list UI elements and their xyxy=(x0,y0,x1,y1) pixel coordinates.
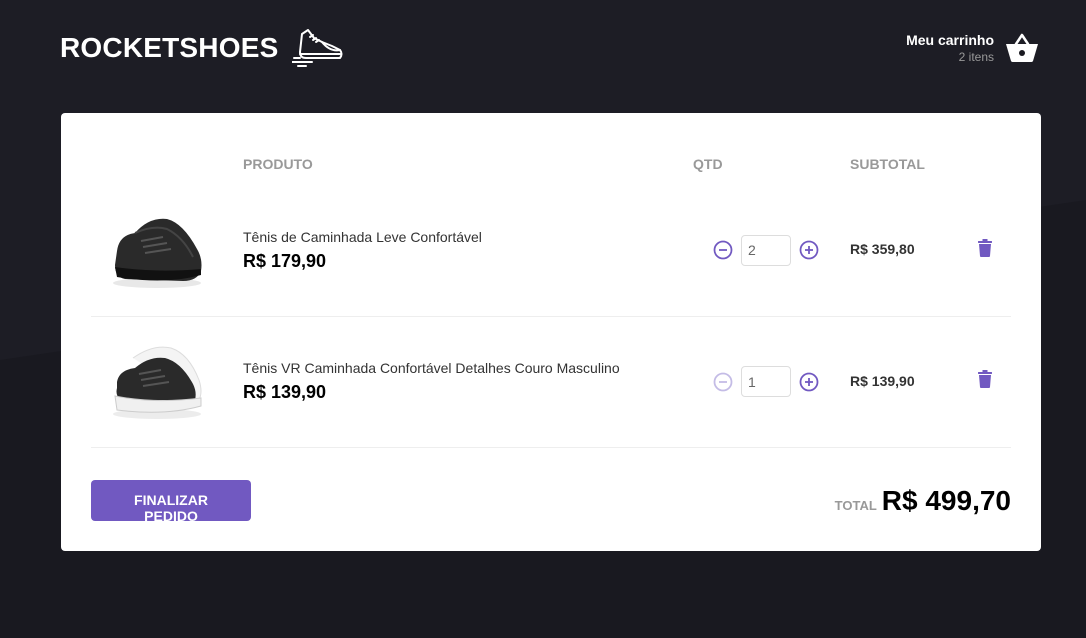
cart-panel: PRODUTO QTD SUBTOTAL Tênis de Caminhada … xyxy=(61,113,1041,551)
cart-count: 2 itens xyxy=(958,50,994,64)
site-header: ROCKETSHOES Meu carrinho 2 itens xyxy=(60,20,1040,76)
increment-button[interactable] xyxy=(797,238,821,262)
cart-footer: Finalizar pedido TOTAL R$ 499,70 xyxy=(91,480,1011,524)
table-row: Tênis de Caminhada Leve Confortável R$ 1… xyxy=(91,185,1011,317)
column-subtotal: SUBTOTAL xyxy=(850,156,925,172)
product-name: Tênis VR Caminhada Confortável Detalhes … xyxy=(243,360,620,376)
product-price: R$ 179,90 xyxy=(243,250,327,271)
total-value: R$ 499,70 xyxy=(881,484,1011,516)
increment-button[interactable] xyxy=(797,370,821,394)
actions-cell xyxy=(957,185,1011,317)
cart-link[interactable]: Meu carrinho 2 itens xyxy=(906,30,1040,66)
table-header: PRODUTO QTD SUBTOTAL xyxy=(91,143,1011,185)
product-subtotal: R$ 139,90 xyxy=(850,372,915,389)
decrement-button[interactable] xyxy=(711,370,735,394)
product-info: Tênis de Caminhada Leve Confortável R$ 1… xyxy=(243,185,693,317)
quantity-input[interactable] xyxy=(741,234,791,266)
product-info: Tênis VR Caminhada Confortável Detalhes … xyxy=(243,316,693,448)
logo-text: ROCKETSHOES xyxy=(60,32,279,63)
product-image-cell xyxy=(91,185,243,317)
total-label: TOTAL xyxy=(834,497,877,513)
plus-circle-icon xyxy=(799,372,819,391)
column-image xyxy=(91,143,243,185)
remove-item-button[interactable] xyxy=(977,238,993,257)
quantity-input[interactable] xyxy=(741,366,791,397)
cart-title: Meu carrinho xyxy=(906,32,994,48)
cart-total: TOTAL R$ 499,70 xyxy=(835,485,1011,517)
product-name: Tênis de Caminhada Leve Confortável xyxy=(243,228,482,245)
column-quantity: QTD xyxy=(693,156,723,172)
column-actions xyxy=(957,143,1011,185)
product-image xyxy=(113,346,202,419)
minus-circle-icon xyxy=(713,240,733,260)
remove-item-button[interactable] xyxy=(977,370,993,388)
product-subtotal: R$ 359,80 xyxy=(850,241,915,258)
cart-info: Meu carrinho 2 itens xyxy=(906,32,994,64)
minus-circle-icon xyxy=(713,372,733,391)
product-table: PRODUTO QTD SUBTOTAL Tênis de Caminhada … xyxy=(91,143,1011,448)
actions-cell xyxy=(957,316,1011,448)
running-shoe-icon xyxy=(292,29,343,67)
column-product: PRODUTO xyxy=(243,156,313,172)
quantity-stepper xyxy=(693,234,850,266)
quantity-cell xyxy=(693,316,850,448)
subtotal-cell: R$ 139,90 xyxy=(850,316,957,448)
quantity-cell xyxy=(693,185,850,317)
product-image xyxy=(113,218,202,288)
logo-link[interactable]: ROCKETSHOES xyxy=(60,28,344,68)
product-price: R$ 139,90 xyxy=(243,382,327,402)
shopping-basket-icon xyxy=(1006,33,1038,62)
plus-circle-icon xyxy=(799,240,819,260)
product-image-cell xyxy=(91,316,243,448)
quantity-stepper xyxy=(693,366,850,397)
trash-icon xyxy=(978,238,992,257)
finish-order-button[interactable]: Finalizar pedido xyxy=(91,480,251,524)
subtotal-cell: R$ 359,80 xyxy=(850,185,957,317)
table-row: Tênis VR Caminhada Confortável Detalhes … xyxy=(91,316,1011,448)
decrement-button[interactable] xyxy=(711,238,735,262)
trash-icon xyxy=(978,370,992,388)
